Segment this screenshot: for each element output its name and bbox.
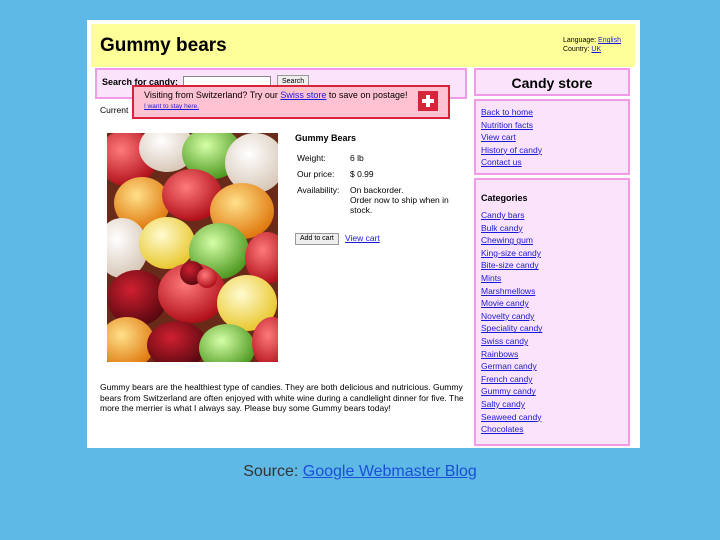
sidebar-nav: Back to home Nutrition facts View cart H… <box>474 99 630 175</box>
category-link[interactable]: Movie candy <box>481 297 628 310</box>
gummy-bears-photo <box>107 133 278 362</box>
store-title-box: Candy store <box>474 68 630 96</box>
category-link[interactable]: Novelty candy <box>481 310 628 323</box>
category-link[interactable]: King-size candy <box>481 247 628 260</box>
price-value: $ 0.99 <box>350 169 374 179</box>
category-link[interactable]: Chewing gum <box>481 234 628 247</box>
table-row: Our price: $ 0.99 <box>297 169 460 185</box>
weight-label: Weight: <box>297 153 326 163</box>
availability-note: Order now to ship when in stock. <box>350 195 449 215</box>
weight-value: 6 lb <box>350 153 364 163</box>
country-label: Country: <box>562 46 590 53</box>
swiss-store-banner: Visiting from Switzerland? Try our Swiss… <box>132 85 450 119</box>
category-link[interactable]: Swiss candy <box>481 335 628 348</box>
availability-status: On backorder. <box>350 185 404 195</box>
category-link[interactable]: Candy bars <box>481 209 628 222</box>
stay-here-link[interactable]: I want to stay here. <box>144 103 199 110</box>
language-link[interactable]: English <box>598 37 621 44</box>
banner-text-before: Visiting from Switzerland? Try our <box>144 90 281 100</box>
swiss-flag-icon[interactable] <box>418 91 438 111</box>
banner-message: Visiting from Switzerland? Try our Swiss… <box>144 90 407 100</box>
availability-value: On backorder. Order now to ship when in s… <box>350 185 460 221</box>
table-row: Weight: 6 lb <box>297 153 460 169</box>
availability-label: Availability: <box>297 185 340 195</box>
sidebar-item-nutrition[interactable]: Nutrition facts <box>481 119 628 132</box>
source-label: Source: <box>243 463 303 480</box>
categories-title: Categories <box>481 193 528 203</box>
category-link[interactable]: Seaweed candy <box>481 411 628 424</box>
country-link[interactable]: UK <box>591 46 601 53</box>
category-link[interactable]: Salty candy <box>481 398 628 411</box>
table-row: Availability: On backorder. Order now to … <box>297 185 460 221</box>
category-link[interactable]: Mints <box>481 272 628 285</box>
source-caption: Source: Google Webmaster Blog <box>0 463 720 481</box>
category-link[interactable]: Chocolates <box>481 423 628 436</box>
locale-info: Language: English Country: UK <box>563 36 621 54</box>
language-label: Language: <box>562 37 597 44</box>
source-link[interactable]: Google Webmaster Blog <box>303 463 477 480</box>
web-page: Gummy bears Language: English Country: U… <box>87 20 640 448</box>
category-link[interactable]: Gummy candy <box>481 385 628 398</box>
category-link[interactable]: French candy <box>481 373 628 386</box>
category-link[interactable]: Bite-size candy <box>481 259 628 272</box>
category-link[interactable]: Marshmellows <box>481 285 628 298</box>
product-description: Gummy bears are the healthiest type of c… <box>100 382 464 413</box>
banner-text-after: to save on postage! <box>326 90 408 100</box>
current-label: Current <box>100 105 129 115</box>
sidebar-item-contact[interactable]: Contact us <box>481 156 628 169</box>
categories-box: Categories Candy bars Bulk candy Chewing… <box>474 178 630 446</box>
sidebar-item-home[interactable]: Back to home <box>481 106 628 119</box>
sidebar-item-view-cart[interactable]: View cart <box>481 131 628 144</box>
category-link[interactable]: Speciality candy <box>481 322 628 335</box>
category-link[interactable]: Rainbows <box>481 348 628 361</box>
sidebar-item-history[interactable]: History of candy <box>481 144 628 157</box>
product-info-table: Weight: 6 lb Our price: $ 0.99 Availabil… <box>297 153 460 221</box>
price-label: Our price: <box>297 169 335 179</box>
add-to-cart-button[interactable]: Add to cart <box>295 233 339 245</box>
page-title: Gummy bears <box>100 35 227 56</box>
store-title: Candy store <box>511 75 593 91</box>
category-link[interactable]: German candy <box>481 360 628 373</box>
swiss-store-link[interactable]: Swiss store <box>280 90 326 100</box>
view-cart-link[interactable]: View cart <box>345 233 380 243</box>
page-header: Gummy bears Language: English Country: U… <box>91 24 635 67</box>
category-link[interactable]: Bulk candy <box>481 222 628 235</box>
product-title: Gummy Bears <box>295 133 357 143</box>
